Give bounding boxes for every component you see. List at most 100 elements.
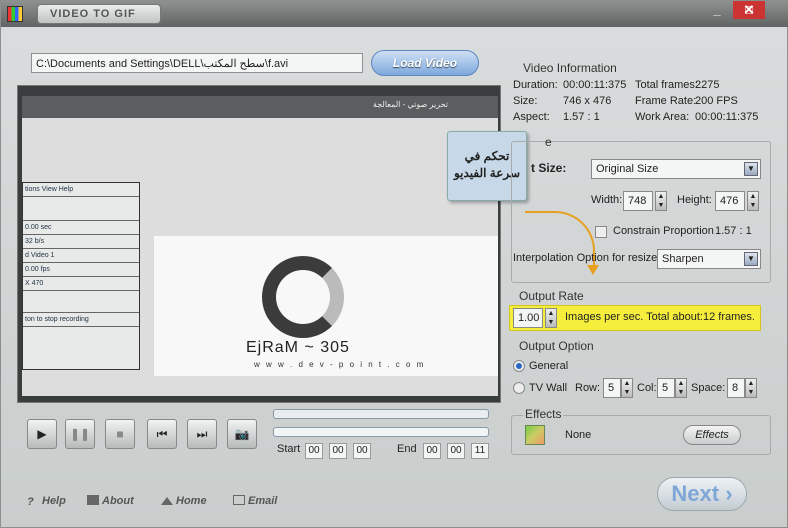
start-hours-field[interactable]: 00 xyxy=(305,443,323,459)
frame-rate-value: 200 FPS xyxy=(695,95,738,107)
title-bar: VIDEO TO GIF _ □ ✕ xyxy=(1,1,788,27)
output-rate-description: Images per sec. Total about:12 frames. xyxy=(565,311,755,323)
side-row: 0.00 sec xyxy=(23,221,139,235)
email-link[interactable]: Email xyxy=(233,495,277,507)
effects-button[interactable]: Effects xyxy=(683,425,741,445)
frame-rate-label: Frame Rate: xyxy=(635,95,697,107)
size-label: Size: xyxy=(513,95,538,107)
help-link[interactable]: ? Help xyxy=(27,495,66,508)
next-button[interactable]: Next › xyxy=(657,477,747,511)
general-label: General xyxy=(529,360,569,372)
home-link[interactable]: Home xyxy=(161,495,207,507)
size-value: 746 x 476 xyxy=(563,95,612,107)
height-stepper[interactable]: ▲ ▼ xyxy=(747,191,759,211)
side-row: 32 b/s xyxy=(23,235,139,249)
close-button[interactable]: ✕ xyxy=(733,1,765,19)
tv-wall-radio[interactable] xyxy=(513,382,525,394)
snapshot-button[interactable]: 📷 xyxy=(227,419,257,449)
height-label: Height: xyxy=(677,194,712,206)
preview-toolbar: تحرير صوتي - المعالجة xyxy=(22,96,498,118)
output-rate-heading: Output Rate xyxy=(519,289,584,303)
work-area-label: Work Area: xyxy=(635,111,690,123)
preview-inner-title: تحرير صوتي - المعالجة xyxy=(372,100,448,109)
end-hours-field[interactable]: 00 xyxy=(423,443,441,459)
preview-side-panel: tions View Help 0.00 sec 32 b/s d Video … xyxy=(22,182,140,370)
start-minutes-field[interactable]: 00 xyxy=(329,443,347,459)
row-label: Row: xyxy=(575,382,601,394)
preview-frame: تحرير صوتي - المعالجة tions View Help 0.… xyxy=(22,96,498,396)
general-radio[interactable] xyxy=(513,360,525,372)
side-row: d Video 1 xyxy=(23,249,139,263)
interpolation-select[interactable]: Sharpen ▼ xyxy=(657,249,761,269)
side-row xyxy=(23,197,139,221)
total-frames-label: Total frames: xyxy=(635,79,698,91)
pause-button[interactable]: ❚❚ xyxy=(65,419,95,449)
video-info-heading: Video Information xyxy=(523,61,617,75)
row-stepper[interactable]: ▲ ▼ xyxy=(621,378,633,398)
col-field[interactable]: 5 xyxy=(657,378,675,398)
home-icon xyxy=(161,497,173,505)
space-stepper[interactable]: ▲ ▼ xyxy=(745,378,757,398)
about-link[interactable]: About xyxy=(87,495,134,507)
aspect-value: 1.57 : 1 xyxy=(563,111,600,123)
total-frames-value: 2275 xyxy=(695,79,720,91)
end-minutes-field[interactable]: 00 xyxy=(447,443,465,459)
stop-button[interactable]: ■ xyxy=(105,419,135,449)
constrain-checkbox[interactable] xyxy=(595,226,607,238)
work-area-value: 00:00:11:375 xyxy=(695,111,759,123)
output-size-value: Original Size xyxy=(596,163,659,175)
end-label: End xyxy=(397,443,417,455)
output-option-heading: Output Option xyxy=(519,339,594,353)
output-rate-stepper[interactable]: ▲ ▼ xyxy=(545,308,557,328)
duration-label: Duration: xyxy=(513,79,558,91)
row-field[interactable]: 5 xyxy=(603,378,621,398)
about-icon xyxy=(87,495,99,505)
next-button-label: Next xyxy=(671,481,720,506)
aspect-label: Aspect: xyxy=(513,111,550,123)
width-stepper[interactable]: ▲ ▼ xyxy=(655,191,667,211)
side-row: tions View Help xyxy=(23,183,139,197)
file-path-field[interactable]: C:\Documents and Settings\DELL\سطح المكت… xyxy=(31,53,363,73)
col-label: Col: xyxy=(637,382,657,394)
start-label: Start xyxy=(277,443,301,455)
play-button[interactable]: ▶ xyxy=(27,419,57,449)
side-row: 0.00 fps xyxy=(23,263,139,277)
logo-ring-icon xyxy=(262,256,344,338)
side-row xyxy=(23,291,139,313)
app-window: VIDEO TO GIF _ □ ✕ C:\Documents and Sett… xyxy=(0,0,788,528)
output-size-heading: e xyxy=(545,135,552,149)
footer-bar: ? Help About Home Email xyxy=(1,495,641,519)
minimize-button[interactable]: _ xyxy=(701,1,733,19)
email-icon xyxy=(233,495,245,505)
width-label: Width: xyxy=(591,194,623,206)
home-label: Home xyxy=(176,495,207,507)
col-stepper[interactable]: ▲ ▼ xyxy=(675,378,687,398)
output-rate-field[interactable]: 1.00 xyxy=(513,308,543,328)
chevron-down-icon[interactable]: ▼ xyxy=(744,162,758,176)
duration-value: 00:00:11:375 xyxy=(563,79,627,91)
video-preview: تحرير صوتي - المعالجة tions View Help 0.… xyxy=(17,85,501,403)
space-field[interactable]: 8 xyxy=(727,378,745,398)
interpolation-label: Interpolation Option for resize: xyxy=(513,252,661,264)
height-field[interactable]: 476 xyxy=(715,191,745,211)
next-frame-button[interactable]: ⏭ xyxy=(187,419,217,449)
chevron-down-icon[interactable]: ▼ xyxy=(744,252,758,266)
load-video-button[interactable]: Load Video xyxy=(371,50,479,76)
logo-url: w w w . d e v - p o i n t . c o m xyxy=(254,360,426,369)
previous-frame-button[interactable]: ⏮ xyxy=(147,419,177,449)
effects-value: None xyxy=(565,429,592,441)
output-size-select[interactable]: Original Size ▼ xyxy=(591,159,761,179)
constrain-label: Constrain Proportion xyxy=(613,225,714,237)
effects-thumbnail-icon xyxy=(525,425,545,445)
range-slider[interactable] xyxy=(273,427,489,437)
effects-heading: Effects xyxy=(523,407,564,421)
logo-text: EjRaM ~ 305 xyxy=(246,339,350,356)
position-slider[interactable] xyxy=(273,409,489,419)
side-row: ton to stop recording xyxy=(23,313,139,327)
help-label: Help xyxy=(42,495,66,507)
side-row: X 470 xyxy=(23,277,139,291)
end-seconds-field[interactable]: 11 xyxy=(471,443,489,459)
email-label: Email xyxy=(248,495,278,507)
start-seconds-field[interactable]: 00 xyxy=(353,443,371,459)
width-field[interactable]: 748 xyxy=(623,191,653,211)
